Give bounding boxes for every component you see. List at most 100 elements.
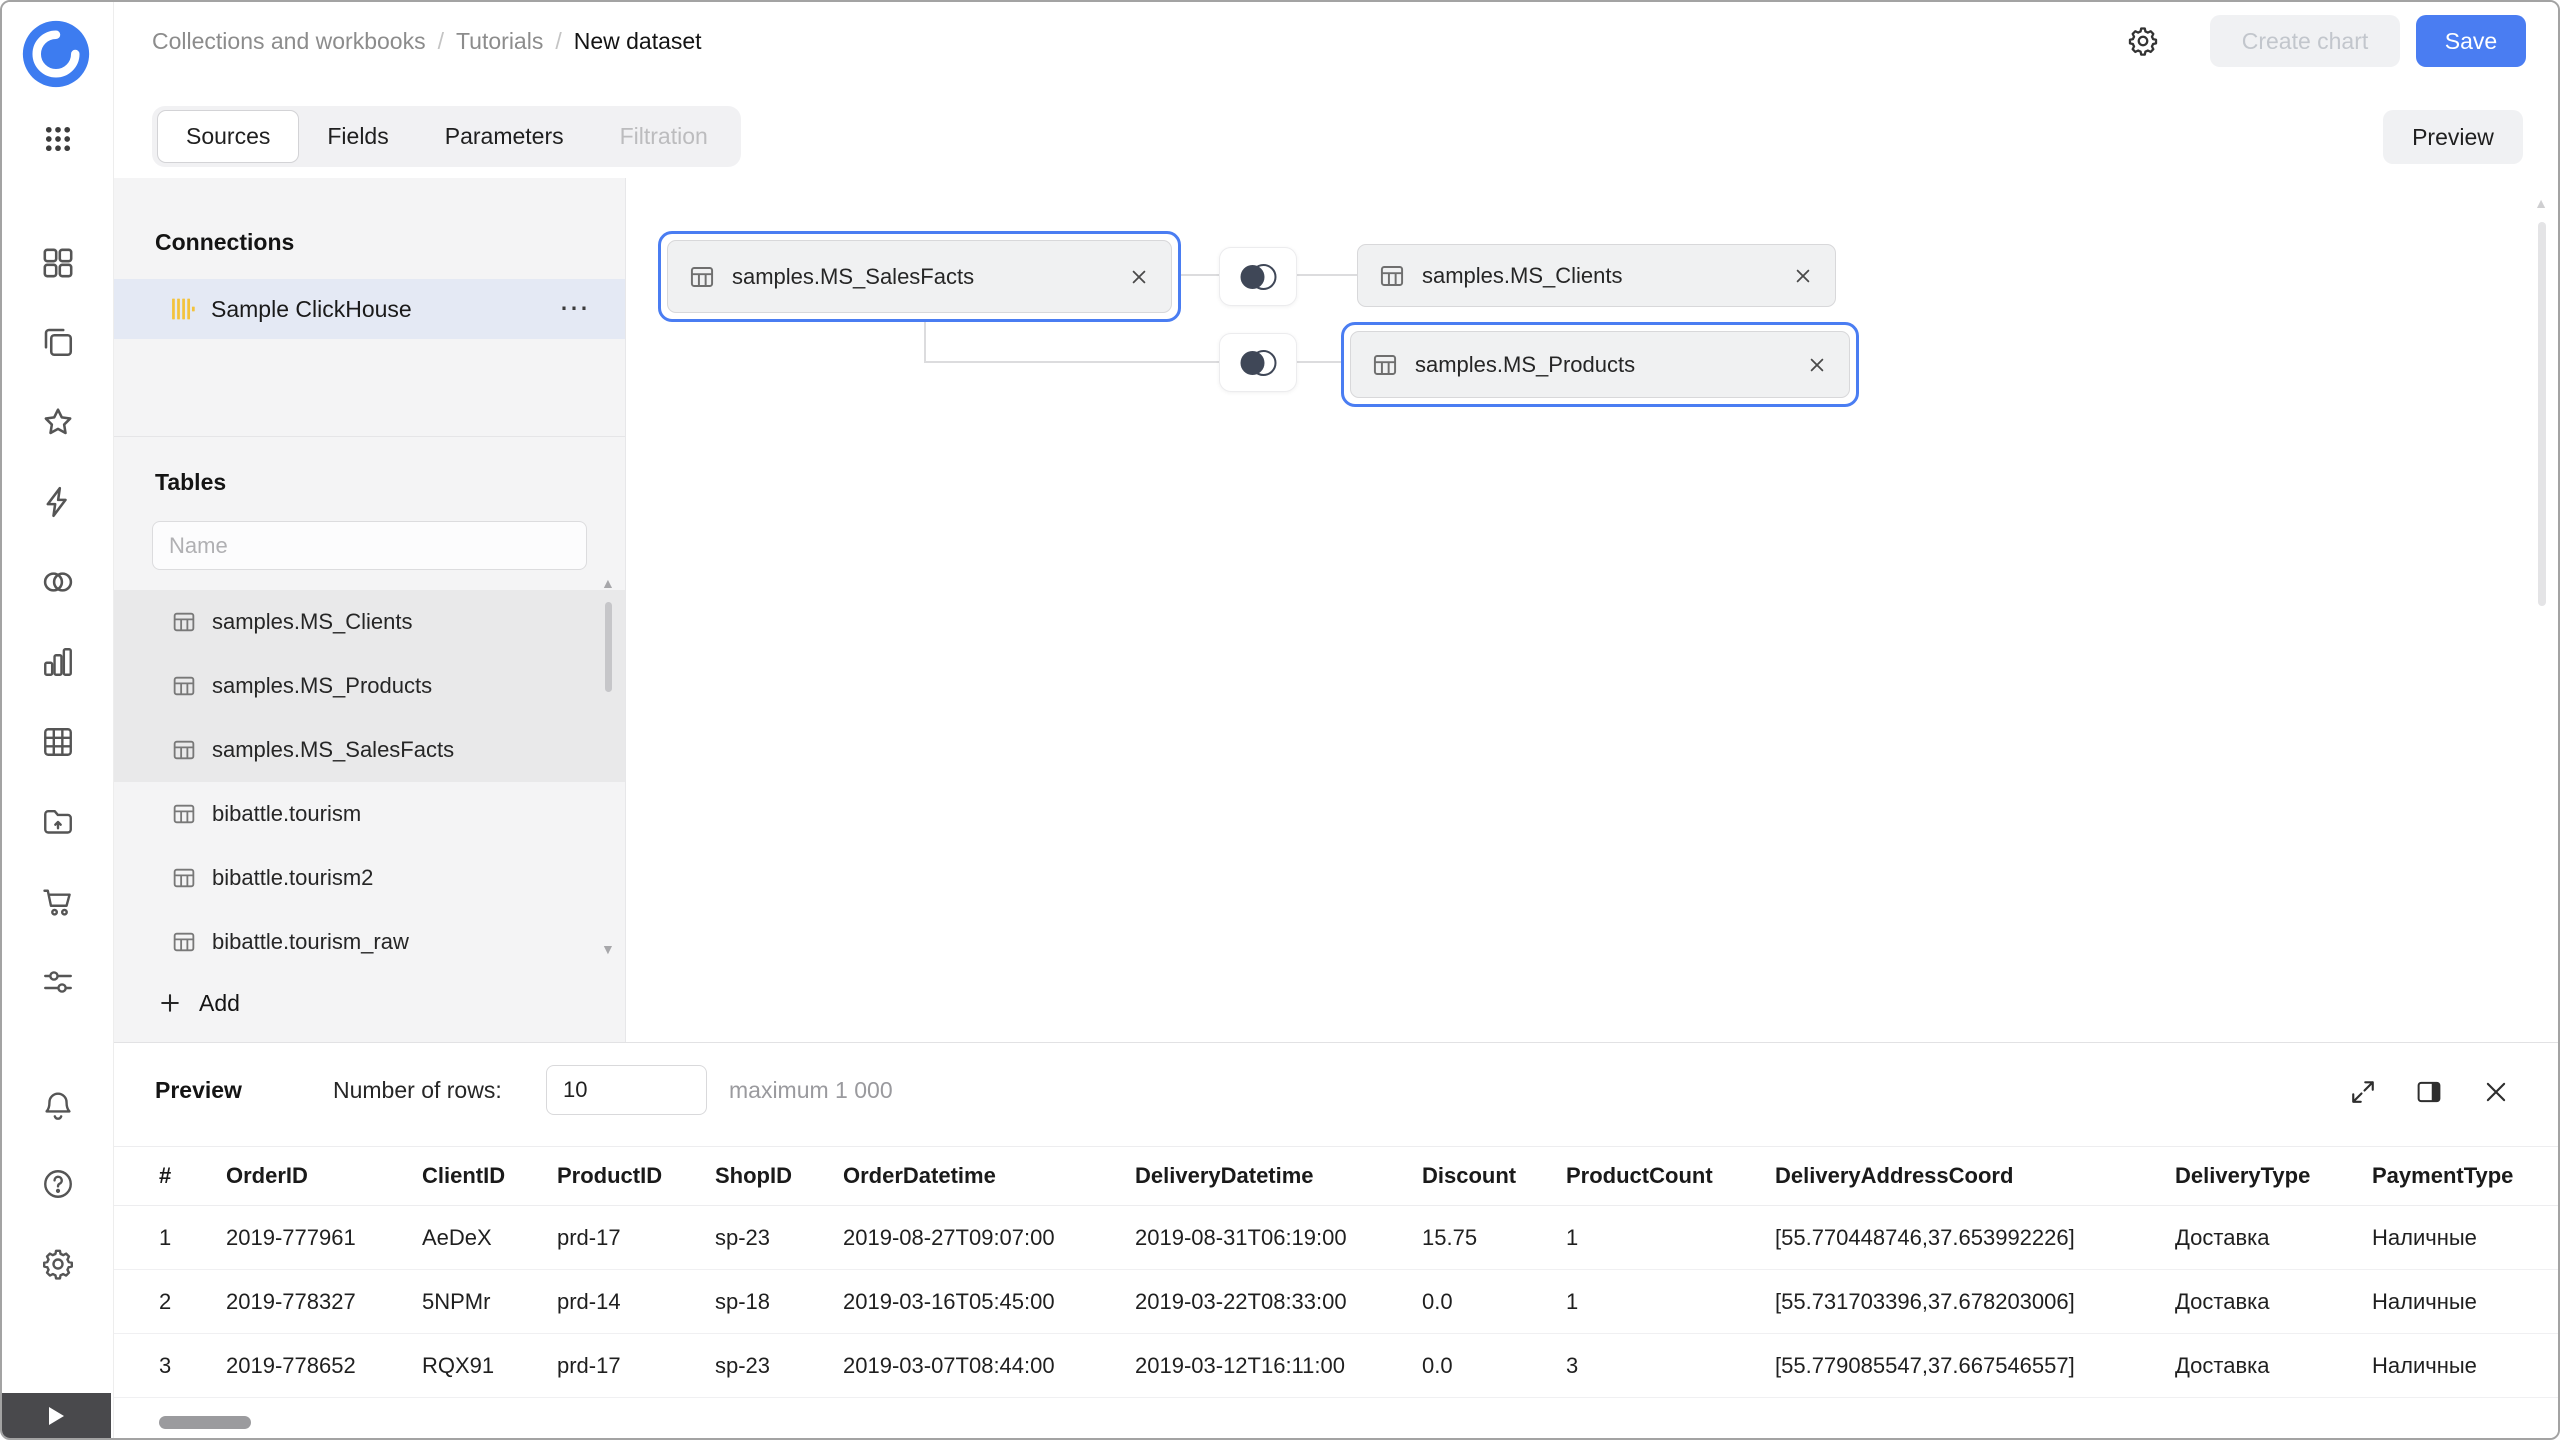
rings-icon[interactable] [40,564,76,600]
split-view-icon[interactable] [2414,1077,2444,1107]
horizontal-scrollbar[interactable] [114,1415,2560,1430]
column-header: PaymentType [2372,1163,2560,1189]
tables-list: samples.MS_Clients samples.MS_Products s… [114,590,625,974]
rail-collapse-bar[interactable] [2,1393,111,1438]
tables-scrollbar[interactable] [605,596,612,946]
cell: 2019-03-07T08:44:00 [843,1353,1135,1379]
tab-filtration[interactable]: Filtration [592,111,736,162]
star-icon[interactable] [40,404,76,440]
rows-count-label: Number of rows: [333,1077,502,1104]
table-list-item[interactable]: bibattle.tourism [114,782,625,846]
scroll-up-icon[interactable]: ▲ [2534,196,2548,210]
scrollbar-thumb[interactable] [159,1416,251,1429]
add-table-button[interactable]: Add [114,977,625,1029]
cell: 1 [1566,1289,1775,1315]
breadcrumb-collections[interactable]: Collections and workbooks [152,28,426,55]
node-clients[interactable]: samples.MS_Clients [1357,244,1836,307]
apps-grid-icon[interactable] [41,122,75,156]
settings-gear-icon[interactable] [40,1246,76,1282]
cell: 2 [159,1289,226,1315]
join-canvas: samples.MS_SalesFacts samples.MS_Clients… [626,178,2560,1042]
join-connector-line [924,320,926,363]
table-icon [688,263,716,291]
node-products[interactable]: samples.MS_Products [1341,322,1859,407]
node-salesfacts[interactable]: samples.MS_SalesFacts [658,231,1181,322]
table-list-item[interactable]: samples.MS_SalesFacts [114,718,625,782]
cell: 2019-03-22T08:33:00 [1135,1289,1422,1315]
close-preview-icon[interactable] [2481,1077,2511,1107]
column-header: Discount [1422,1163,1566,1189]
cell: prd-17 [557,1225,715,1251]
tab-sources[interactable]: Sources [157,110,299,163]
tab-parameters[interactable]: Parameters [417,111,592,162]
scrollbar-thumb[interactable] [605,602,612,692]
column-header: OrderID [226,1163,422,1189]
node-body[interactable]: samples.MS_Products [1350,331,1850,398]
table-list-item[interactable]: bibattle.tourism_raw [114,910,625,974]
sliders-icon[interactable] [40,964,76,1000]
table-search-input[interactable] [152,521,587,570]
table-icon [171,609,197,635]
cell: Наличные [2372,1289,2560,1315]
cell: [55.731703396,37.678203006] [1775,1289,2175,1315]
table-list-item[interactable]: samples.MS_Products [114,654,625,718]
cell: 2019-03-12T16:11:00 [1135,1353,1422,1379]
canvas-scrollbar[interactable] [2538,222,2546,606]
table-list-item[interactable]: samples.MS_Clients [114,590,625,654]
close-icon[interactable] [1791,264,1815,288]
connection-menu-button[interactable]: ⋯ [559,299,589,319]
cell: prd-14 [557,1289,715,1315]
cell: sp-23 [715,1353,843,1379]
join-type-icon[interactable] [1219,333,1297,392]
preview-panel: Preview Number of rows: maximum 1 000 # … [114,1042,2560,1440]
scroll-down-icon[interactable]: ▼ [601,942,615,956]
create-chart-button[interactable]: Create chart [2210,15,2400,67]
cell: sp-23 [715,1225,843,1251]
datalens-dataset-editor: Collections and workbooks / Tutorials / … [0,0,2560,1440]
breadcrumb-tutorials[interactable]: Tutorials [456,28,543,55]
save-button[interactable]: Save [2416,15,2526,67]
cart-icon[interactable] [40,884,76,920]
tiles-icon[interactable] [40,245,76,281]
bell-icon[interactable] [40,1088,76,1124]
divider [114,436,625,437]
cell: Наличные [2372,1225,2560,1251]
dataset-tabs: Sources Fields Parameters Filtration [152,106,741,167]
breadcrumb-separator: / [438,28,444,55]
dataset-settings-gear-icon[interactable] [2126,24,2160,58]
datalens-logo-icon[interactable] [19,17,93,91]
table-list-item[interactable]: bibattle.tourism2 [114,846,625,910]
node-label: samples.MS_Products [1415,352,1789,378]
preview-toggle-button[interactable]: Preview [2383,110,2523,164]
grid-table-icon[interactable] [40,724,76,760]
lightning-icon[interactable] [40,484,76,520]
join-type-icon[interactable] [1219,247,1297,306]
table-icon [171,801,197,827]
node-label: samples.MS_Clients [1422,263,1775,289]
table-name: bibattle.tourism2 [212,865,373,891]
connection-item-sample-clickhouse[interactable]: Sample ClickHouse ⋯ [114,279,625,339]
play-icon [49,1407,64,1425]
close-icon[interactable] [1127,265,1151,289]
folder-upload-icon[interactable] [40,804,76,840]
cell: 2019-08-31T06:19:00 [1135,1225,1422,1251]
scroll-up-icon[interactable]: ▲ [601,576,615,590]
tab-fields[interactable]: Fields [299,111,416,162]
table-icon [171,865,197,891]
node-body[interactable]: samples.MS_SalesFacts [667,240,1172,313]
layers-icon[interactable] [40,324,76,360]
cell: 2019-08-27T09:07:00 [843,1225,1135,1251]
help-icon[interactable] [40,1166,76,1202]
table-icon [171,673,197,699]
expand-icon[interactable] [2348,1077,2378,1107]
cell: 0.0 [1422,1353,1566,1379]
table-icon [1371,351,1399,379]
cell: RQX91 [422,1353,557,1379]
sources-panel: Connections Sample ClickHouse ⋯ Tables s… [114,178,626,1042]
cell: 2019-778652 [226,1353,422,1379]
table-icon [171,737,197,763]
header: Collections and workbooks / Tutorials / … [114,2,2560,80]
close-icon[interactable] [1805,353,1829,377]
rows-count-input[interactable] [546,1065,707,1115]
bar-chart-icon[interactable] [40,644,76,680]
